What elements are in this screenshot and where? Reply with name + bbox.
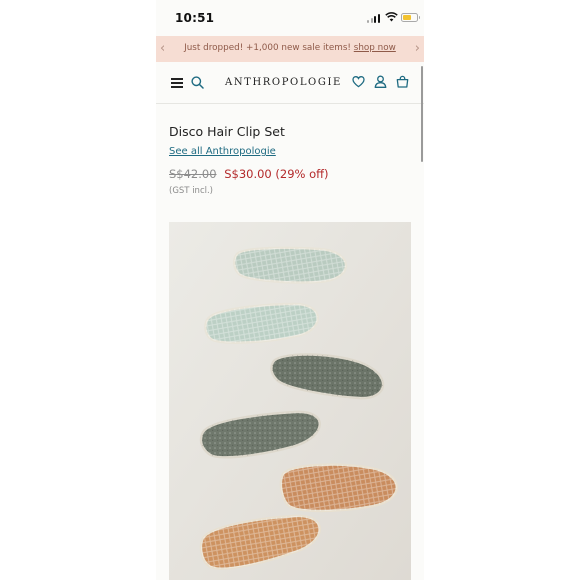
brand-logo[interactable]: ANTHROPOLOGIE: [225, 77, 342, 88]
menu-icon[interactable]: [171, 78, 183, 88]
search-icon[interactable]: [191, 76, 204, 89]
status-time: 10:51: [175, 11, 215, 25]
heart-icon[interactable]: [352, 75, 365, 88]
scroll-indicator[interactable]: [421, 66, 423, 162]
hair-clip-copper-1: [279, 463, 398, 513]
product-title: Disco Hair Clip Set: [169, 124, 285, 139]
wifi-icon: [385, 12, 398, 22]
site-header: ANTHROPOLOGIE: [156, 62, 424, 104]
tax-note: (GST incl.): [169, 186, 213, 196]
product-image[interactable]: [169, 222, 411, 580]
sale-price: S$30.00 (29% off): [224, 167, 329, 181]
phone-screen: 10:51 ‹ Just dropped! +1,000 new sale it…: [156, 0, 424, 580]
original-price: S$42.00: [169, 167, 217, 181]
promo-banner: ‹ Just dropped! +1,000 new sale items! s…: [156, 36, 424, 62]
chevron-right-icon[interactable]: ›: [415, 42, 420, 55]
hair-clip-mint-1: [233, 246, 347, 284]
promo-message: Just dropped! +1,000 new sale items!: [184, 43, 351, 53]
bag-icon[interactable]: [396, 75, 409, 88]
battery-icon: [401, 13, 420, 22]
status-bar: 10:51: [156, 0, 424, 36]
promo-text: Just dropped! +1,000 new sale items! sho…: [156, 43, 424, 53]
account-icon[interactable]: [374, 75, 387, 88]
see-all-link[interactable]: See all Anthropologie: [169, 146, 276, 157]
cellular-signal-icon: [367, 14, 381, 23]
shop-now-link[interactable]: shop now: [354, 43, 396, 53]
price-row: S$42.00 S$30.00 (29% off): [169, 167, 329, 181]
